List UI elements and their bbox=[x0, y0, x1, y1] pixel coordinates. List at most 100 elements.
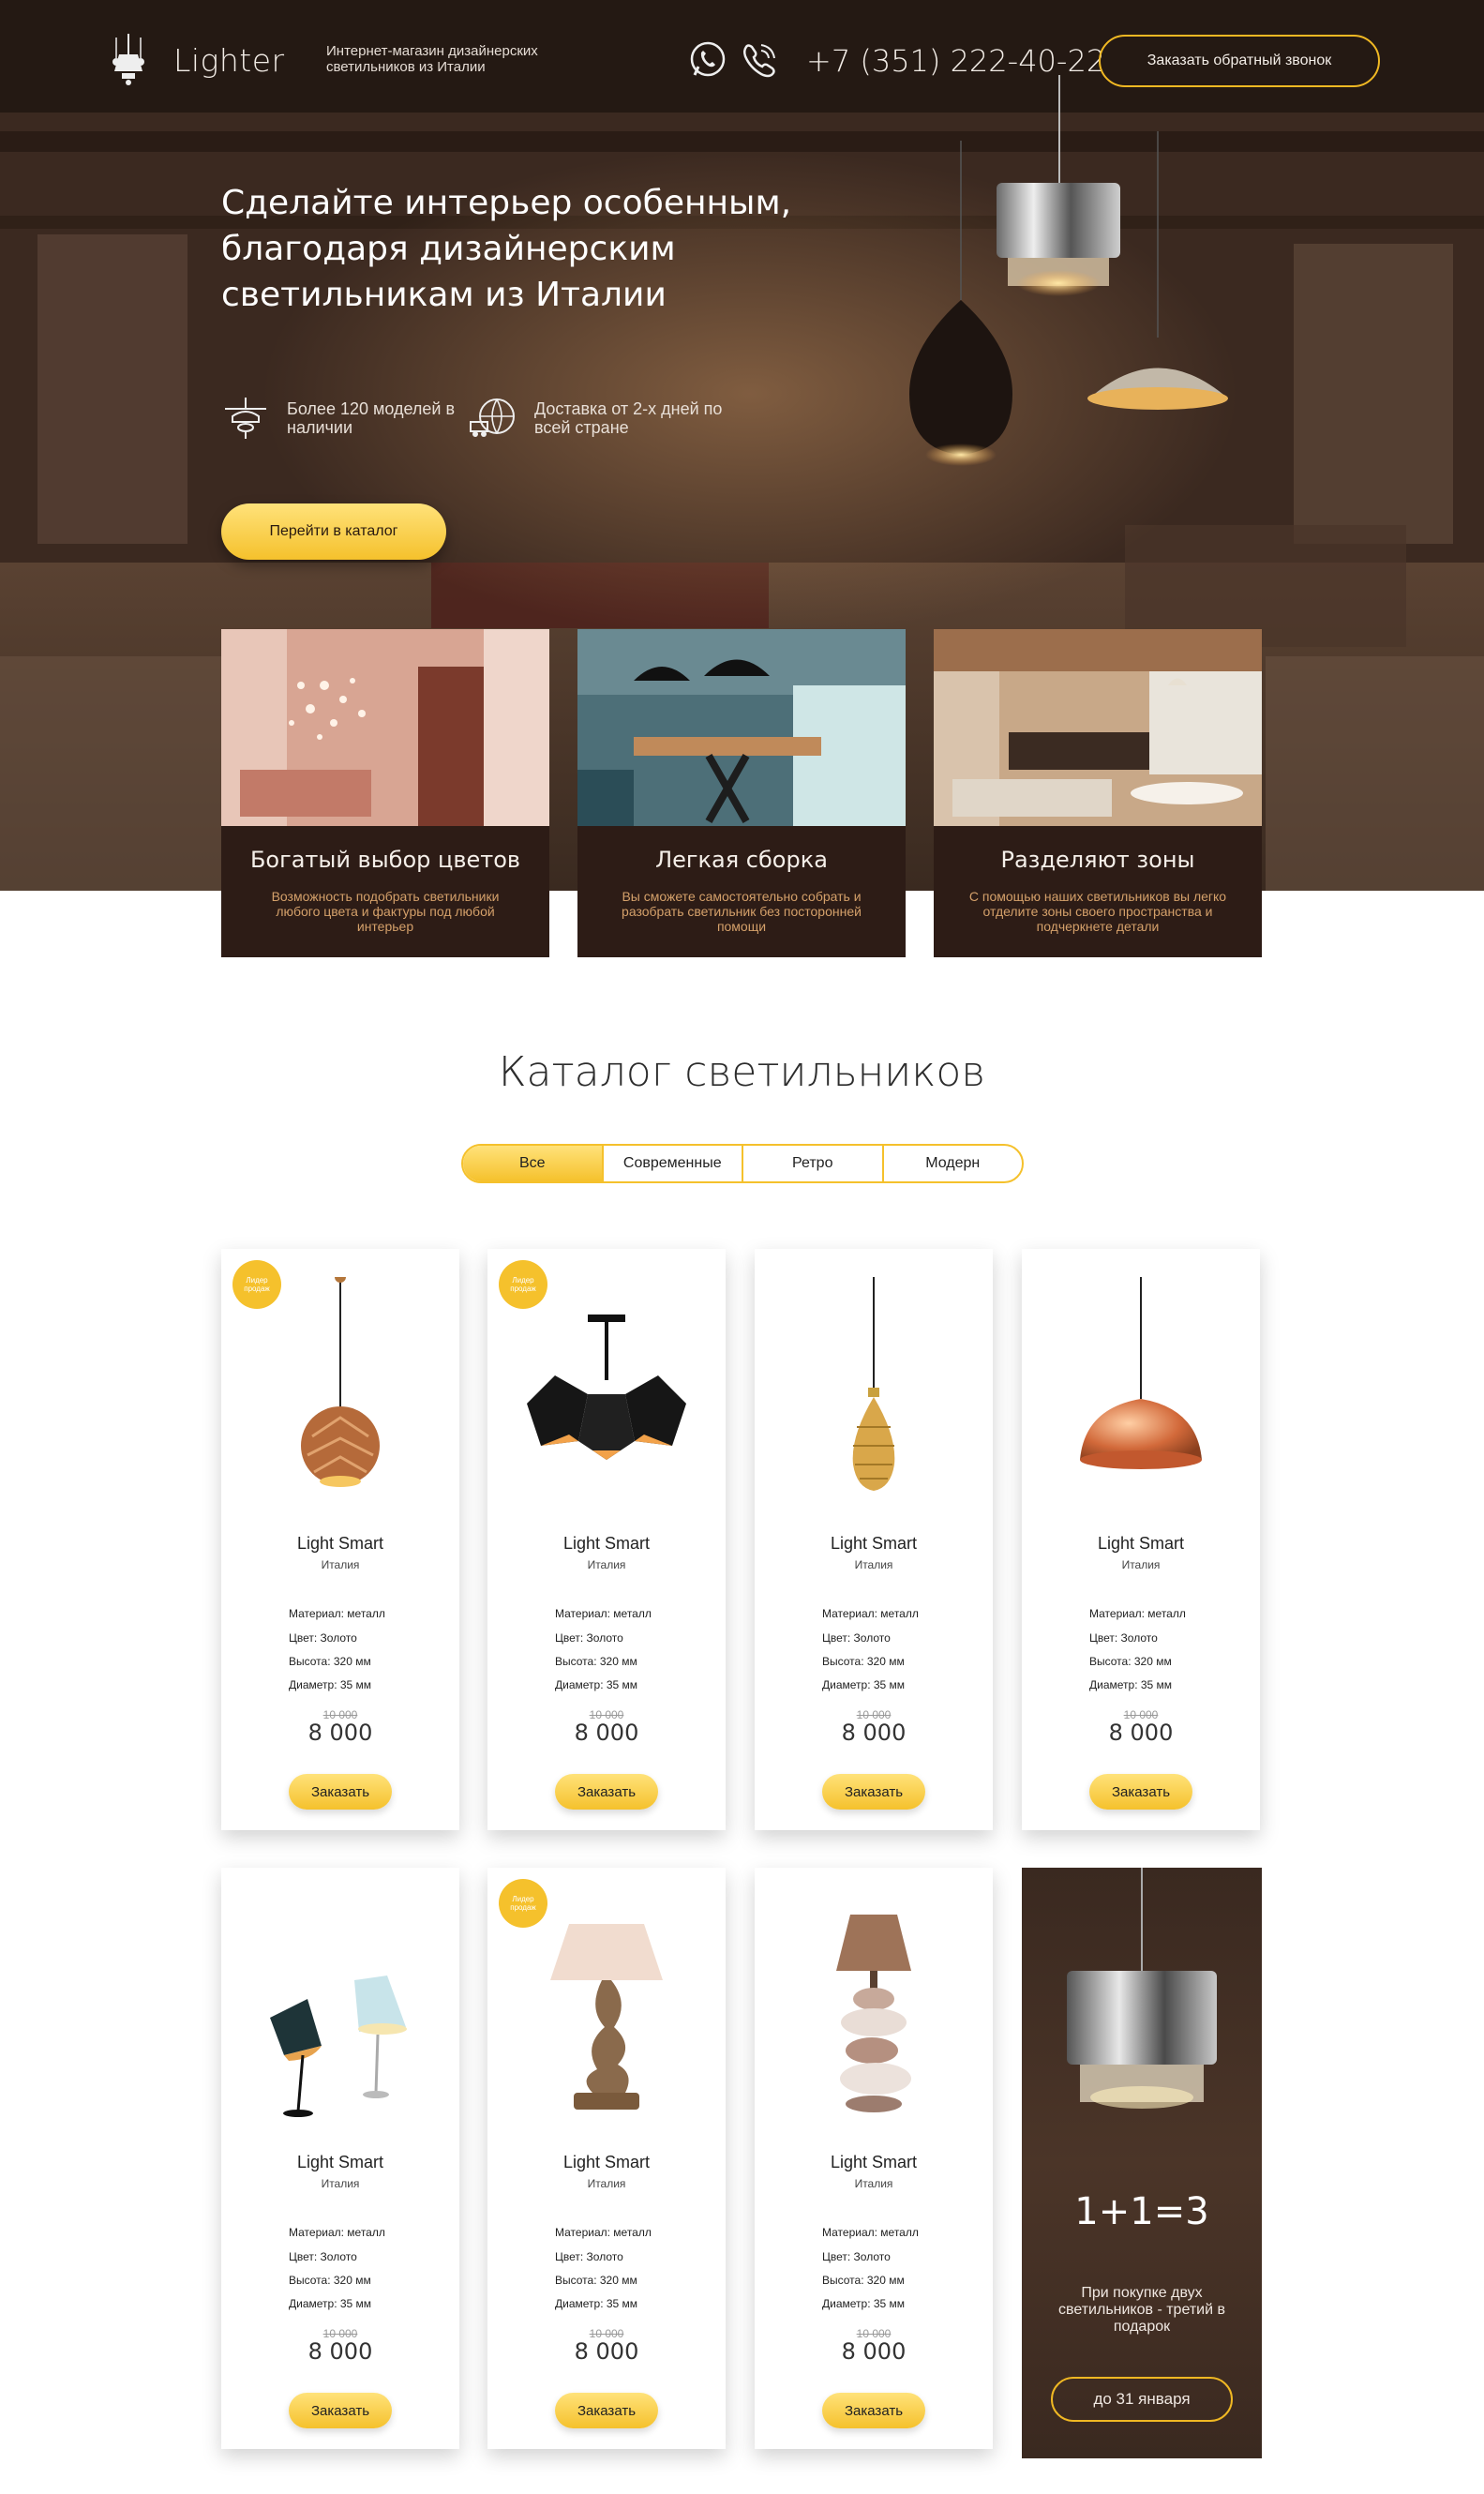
product-image[interactable] bbox=[513, 1896, 700, 2121]
product-image[interactable] bbox=[1047, 1277, 1235, 1502]
product-height: Высота: 320 мм bbox=[822, 2274, 905, 2287]
viber-icon[interactable] bbox=[739, 39, 780, 81]
phone-number[interactable]: +7 (351) 222-40-22 bbox=[806, 43, 1105, 79]
promo-deadline-button[interactable]: до 31 января bbox=[1051, 2377, 1233, 2422]
product-card[interactable]: Лидер продаж Light Smart Италия Материал: м… bbox=[487, 1249, 726, 1830]
product-name[interactable]: Light Smart bbox=[755, 1534, 993, 1554]
globe-truck-icon bbox=[470, 398, 515, 437]
product-country: Италия bbox=[854, 1558, 893, 1571]
benefit-image-kitchen bbox=[577, 629, 906, 826]
product-price: 8 000 bbox=[841, 1720, 907, 1746]
order-button[interactable]: Заказать bbox=[555, 1774, 658, 1810]
product-name[interactable]: Light Smart bbox=[487, 1534, 726, 1554]
product-diameter: Диаметр: 35 мм bbox=[822, 2297, 906, 2310]
benefit-description: Вы сможете самостоятельно собрать и разо… bbox=[622, 889, 862, 934]
product-country: Италия bbox=[1121, 1558, 1161, 1571]
product-height: Высота: 320 мм bbox=[289, 2274, 371, 2287]
product-card[interactable]: Лидер продаж Light Smart Италия Материал: м… bbox=[487, 1868, 726, 2449]
promo-card: 1+1=3 При покупке двух светильников - тр… bbox=[1022, 1868, 1262, 2458]
promo-chandelier-image bbox=[1067, 1868, 1217, 2109]
product-color: Цвет: Золото bbox=[289, 2250, 357, 2263]
product-country: Италия bbox=[587, 1558, 626, 1571]
product-name[interactable]: Light Smart bbox=[221, 2153, 459, 2172]
product-price: 8 000 bbox=[574, 1720, 639, 1746]
product-name[interactable]: Light Smart bbox=[1022, 1534, 1260, 1554]
order-button[interactable]: Заказать bbox=[1089, 1774, 1192, 1810]
product-name[interactable]: Light Smart bbox=[755, 2153, 993, 2172]
product-color: Цвет: Золото bbox=[555, 2250, 623, 2263]
go-to-catalog-button[interactable]: Перейти в каталог bbox=[221, 503, 446, 560]
order-button[interactable]: Заказать bbox=[822, 2393, 925, 2428]
product-name[interactable]: Light Smart bbox=[487, 2153, 726, 2172]
product-material: Материал: металл bbox=[555, 1607, 652, 1620]
order-button[interactable]: Заказать bbox=[289, 2393, 392, 2428]
product-material: Материал: металл bbox=[822, 1607, 919, 1620]
product-diameter: Диаметр: 35 мм bbox=[822, 1678, 906, 1691]
feature-delivery-text: Доставка от 2-х дней по всей стране bbox=[534, 399, 723, 437]
logo-text[interactable]: Lighter bbox=[173, 42, 285, 79]
order-button[interactable]: Заказать bbox=[555, 2393, 658, 2428]
product-card[interactable]: Лидер продаж Light Smart Италия Материал: м… bbox=[221, 1249, 459, 1830]
catalog-title: Каталог светильников bbox=[498, 1048, 986, 1096]
product-image[interactable] bbox=[247, 1271, 434, 1502]
benefit-title: Легкая сборка bbox=[655, 847, 828, 873]
product-diameter: Диаметр: 35 мм bbox=[555, 2297, 638, 2310]
product-material: Материал: металл bbox=[289, 1607, 385, 1620]
lamp-icon bbox=[225, 398, 266, 439]
product-diameter: Диаметр: 35 мм bbox=[555, 1678, 638, 1691]
product-country: Италия bbox=[854, 2177, 893, 2190]
feature-models: Более 120 моделей в наличии bbox=[221, 394, 484, 443]
product-country: Италия bbox=[321, 1558, 360, 1571]
chandelier-logo-icon[interactable] bbox=[105, 34, 152, 86]
product-card[interactable]: Light Smart Италия Материал: металл Цвет: З… bbox=[755, 1249, 993, 1830]
product-image[interactable] bbox=[780, 1277, 967, 1502]
benefit-image-living-room bbox=[934, 629, 1262, 826]
product-material: Материал: металл bbox=[555, 2226, 652, 2239]
product-price: 8 000 bbox=[1108, 1720, 1174, 1746]
benefit-description: Возможность подобрать светильники любого… bbox=[271, 889, 500, 934]
product-price: 8 000 bbox=[307, 2338, 373, 2365]
product-card[interactable]: Light Smart Италия Материал: металл Цвет: З… bbox=[221, 1868, 459, 2449]
benefit-card-zones: Разделяют зоны С помощью наших светильни… bbox=[934, 629, 1262, 957]
feature-models-text: Более 120 моделей в наличии bbox=[287, 399, 456, 437]
order-button[interactable]: Заказать bbox=[822, 1774, 925, 1810]
product-diameter: Диаметр: 35 мм bbox=[289, 1678, 372, 1691]
product-height: Высота: 320 мм bbox=[1089, 1655, 1172, 1668]
product-height: Высота: 320 мм bbox=[555, 2274, 637, 2287]
product-height: Высота: 320 мм bbox=[822, 1655, 905, 1668]
filter-tab-retro[interactable]: Ретро bbox=[743, 1146, 884, 1181]
whatsapp-icon[interactable] bbox=[687, 39, 728, 81]
product-price: 8 000 bbox=[841, 2338, 907, 2365]
filter-tab-modern[interactable]: Современные bbox=[604, 1146, 743, 1181]
product-material: Материал: металл bbox=[289, 2226, 385, 2239]
benefit-image-chandelier-room bbox=[221, 629, 549, 826]
product-color: Цвет: Золото bbox=[822, 1631, 891, 1645]
product-material: Материал: металл bbox=[822, 2226, 919, 2239]
product-image[interactable] bbox=[513, 1277, 700, 1502]
product-image[interactable] bbox=[780, 1896, 967, 2121]
product-color: Цвет: Золото bbox=[822, 2250, 891, 2263]
product-color: Цвет: Золото bbox=[289, 1631, 357, 1645]
product-name[interactable]: Light Smart bbox=[221, 1534, 459, 1554]
benefit-description: С помощью наших светильников вы легко от… bbox=[968, 889, 1227, 934]
promo-text: При покупке двух светильников - третий в… bbox=[1058, 2285, 1225, 2335]
product-height: Высота: 320 мм bbox=[289, 1655, 371, 1668]
benefit-card-colors: Богатый выбор цветов Возможность подобра… bbox=[221, 629, 549, 957]
filter-tab-moderne[interactable]: Модерн bbox=[884, 1146, 1023, 1181]
product-country: Италия bbox=[587, 2177, 626, 2190]
order-button[interactable]: Заказать bbox=[289, 1774, 392, 1810]
filter-tab-all[interactable]: Все bbox=[463, 1146, 604, 1181]
product-card[interactable]: Light Smart Италия Материал: металл Цвет: З… bbox=[1022, 1249, 1260, 1830]
benefit-title: Богатый выбор цветов bbox=[249, 847, 521, 873]
product-price: 8 000 bbox=[307, 1720, 373, 1746]
benefit-card-assembly: Легкая сборка Вы сможете самостоятельно … bbox=[577, 629, 906, 957]
product-diameter: Диаметр: 35 мм bbox=[1089, 1678, 1173, 1691]
product-material: Материал: металл bbox=[1089, 1607, 1186, 1620]
catalog-filter-tabs: Все Современные Ретро Модерн bbox=[461, 1144, 1024, 1183]
product-card[interactable]: Light Smart Италия Материал: металл Цвет: З… bbox=[755, 1868, 993, 2449]
product-diameter: Диаметр: 35 мм bbox=[289, 2297, 372, 2310]
promo-title: 1+1=3 bbox=[1074, 2190, 1209, 2233]
product-image[interactable] bbox=[247, 1896, 434, 2121]
product-height: Высота: 320 мм bbox=[555, 1655, 637, 1668]
feature-delivery: Доставка от 2-х дней по всей стране bbox=[469, 394, 731, 443]
